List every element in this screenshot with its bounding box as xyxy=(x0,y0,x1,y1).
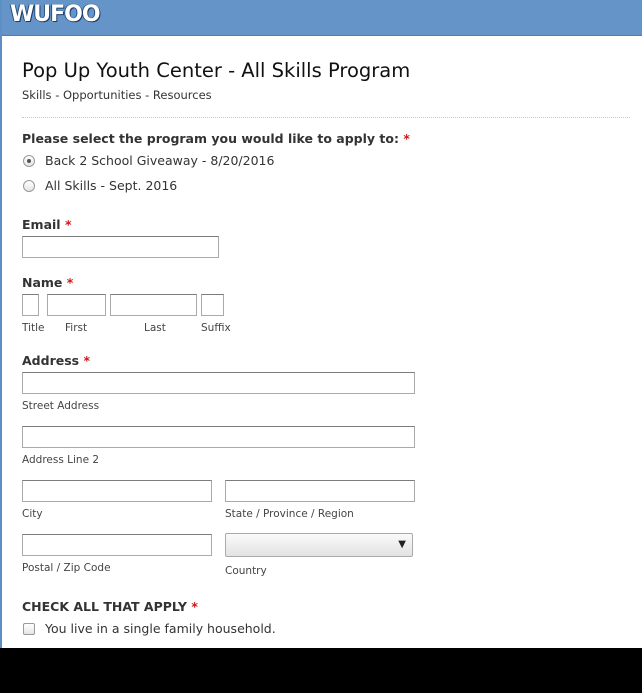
name-label-text: Name xyxy=(22,275,63,290)
check-all-label: CHECK ALL THAT APPLY * xyxy=(22,599,198,614)
wufoo-logo[interactable]: WUFOO xyxy=(10,2,101,27)
check-all-label-text: CHECK ALL THAT APPLY xyxy=(22,599,187,614)
email-label-text: Email xyxy=(22,217,61,232)
zip-sublabel: Postal / Zip Code xyxy=(22,562,111,574)
radio-selected-icon[interactable] xyxy=(23,154,35,167)
program-option-back2school[interactable]: Back 2 School Giveaway - 8/20/2016 xyxy=(23,153,274,168)
checkbox-icon[interactable] xyxy=(23,622,35,635)
name-label: Name * xyxy=(22,275,73,290)
single-family-checkbox-row[interactable]: You live in a single family household. xyxy=(23,621,276,636)
name-first-input[interactable] xyxy=(47,294,106,316)
name-suffix-input[interactable] xyxy=(201,294,224,316)
address-line2-input[interactable] xyxy=(22,426,415,448)
name-last-sublabel: Last xyxy=(144,322,166,334)
state-sublabel: State / Province / Region xyxy=(225,508,354,520)
zip-input[interactable] xyxy=(22,534,212,556)
required-mark: * xyxy=(83,353,90,368)
required-mark: * xyxy=(64,217,72,232)
city-sublabel: City xyxy=(22,508,43,520)
email-field[interactable] xyxy=(22,236,219,258)
radio-unselected-icon[interactable] xyxy=(23,179,35,192)
form-description: Skills - Opportunities - Resources xyxy=(22,88,212,102)
street-address-input[interactable] xyxy=(22,372,415,394)
required-mark: * xyxy=(191,599,198,614)
address-label: Address * xyxy=(22,353,90,368)
name-last-input[interactable] xyxy=(110,294,197,316)
required-mark: * xyxy=(403,131,410,146)
country-sublabel: Country xyxy=(225,565,267,577)
address-line2-sublabel: Address Line 2 xyxy=(22,454,100,466)
street-address-sublabel: Street Address xyxy=(22,400,100,412)
dropdown-arrow-icon: ▼ xyxy=(398,539,406,550)
email-label: Email * xyxy=(22,217,71,232)
name-suffix-sublabel: Suffix xyxy=(201,322,231,334)
city-input[interactable] xyxy=(22,480,212,502)
program-option-label: All Skills - Sept. 2016 xyxy=(45,178,178,193)
form-title: Pop Up Youth Center - All Skills Program xyxy=(22,59,411,82)
single-family-label: You live in a single family household. xyxy=(45,621,276,636)
name-first-sublabel: First xyxy=(65,322,88,334)
name-title-input[interactable] xyxy=(22,294,39,316)
program-option-all-skills[interactable]: All Skills - Sept. 2016 xyxy=(23,178,177,193)
program-label: Please select the program you would like… xyxy=(22,131,410,146)
program-option-label: Back 2 School Giveaway - 8/20/2016 xyxy=(45,153,275,168)
divider xyxy=(22,117,630,118)
form-page: WUFOO Pop Up Youth Center - All Skills P… xyxy=(0,0,642,648)
header-bar: WUFOO xyxy=(2,0,642,36)
required-mark: * xyxy=(66,275,74,290)
name-title-sublabel: Title xyxy=(22,322,45,334)
country-select[interactable]: ▼ xyxy=(225,533,413,557)
program-label-text: Please select the program you would like… xyxy=(22,131,399,146)
address-label-text: Address xyxy=(22,353,80,368)
state-input[interactable] xyxy=(225,480,415,502)
